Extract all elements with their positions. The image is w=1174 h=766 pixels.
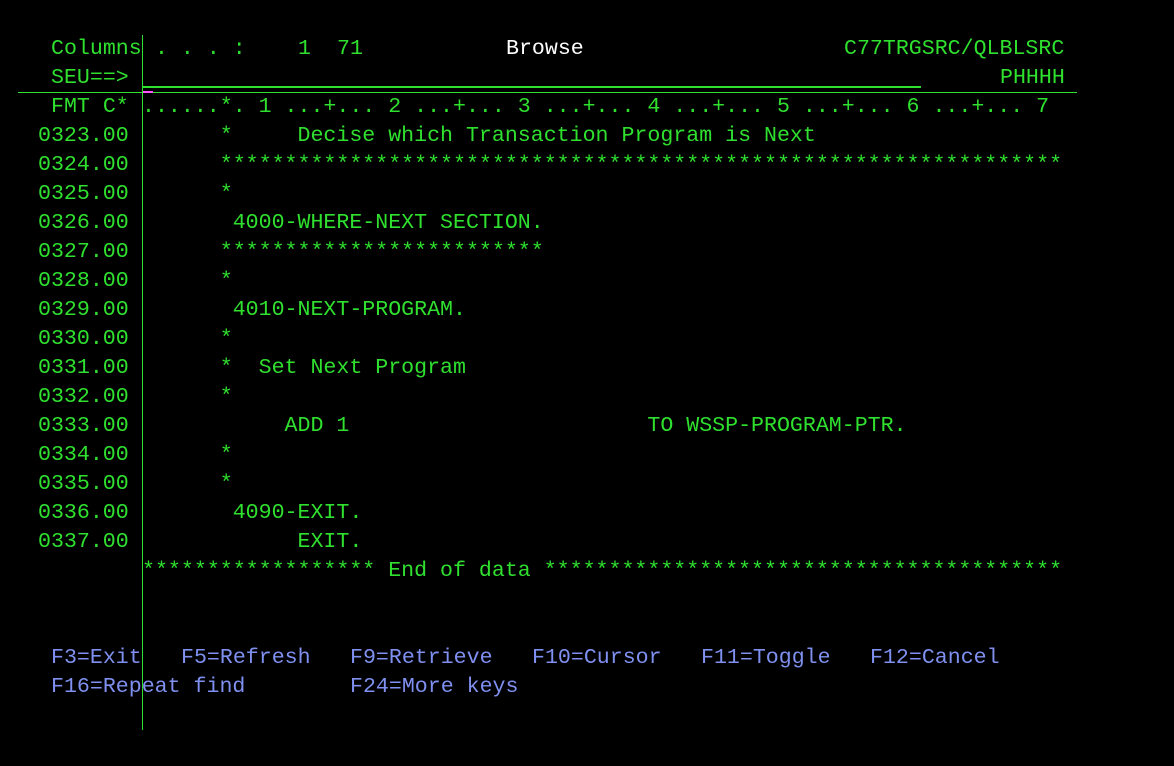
sequence-number: 0331.00 [38, 356, 129, 380]
seu-command-input[interactable] [143, 86, 921, 88]
f12-cancel-key[interactable]: F12=Cancel [870, 644, 1000, 673]
member-path: C77TRGSRC/QLBLSRC [844, 37, 1065, 61]
sequence-number: 0326.00 [38, 211, 129, 235]
sequence-number: 0332.00 [38, 385, 129, 409]
columns-label: Columns [51, 37, 142, 61]
column-from: 1 [298, 37, 311, 61]
sequence-number: 0324.00 [38, 153, 129, 177]
f24-more-keys-key[interactable]: F24=More keys [350, 673, 518, 702]
sequence-number: 0323.00 [38, 124, 129, 148]
source-line-text[interactable]: ************************* [142, 238, 544, 267]
sequence-number: 0335.00 [38, 472, 129, 496]
source-line-text[interactable]: * [142, 470, 233, 499]
f9-retrieve-key[interactable]: F9=Retrieve [350, 644, 493, 673]
sequence-number: 0329.00 [38, 298, 129, 322]
end-of-data-marker: ****************** End of data *********… [142, 559, 1063, 583]
f11-toggle-key[interactable]: F11=Toggle [701, 644, 831, 673]
sequence-number: 0327.00 [38, 240, 129, 264]
fmt-label: FMT C* [51, 95, 129, 119]
source-line-text[interactable]: EXIT. [142, 528, 363, 557]
sequence-number: 0333.00 [38, 414, 129, 438]
f10-cursor-key[interactable]: F10=Cursor [532, 644, 662, 673]
source-line-text[interactable]: * [142, 180, 233, 209]
columns-dots: . . . : [155, 37, 246, 61]
sequence-number: 0325.00 [38, 182, 129, 206]
f5-refresh-key[interactable]: F5=Refresh [181, 644, 311, 673]
source-line-text[interactable]: 4010-NEXT-PROGRAM. [142, 296, 466, 325]
mode-title: Browse [506, 37, 584, 61]
sequence-number: 0334.00 [38, 443, 129, 467]
source-line-text[interactable]: * [142, 267, 233, 296]
source-line-text[interactable]: ADD 1 TO WSSP-PROGRAM-PTR. [142, 412, 907, 441]
source-line-text[interactable]: 4090-EXIT. [142, 499, 363, 528]
source-line-text[interactable]: * Decise which Transaction Program is Ne… [142, 122, 816, 151]
f3-exit-key[interactable]: F3=Exit [51, 644, 142, 673]
sequence-number: 0336.00 [38, 501, 129, 525]
sequence-number: 0337.00 [38, 530, 129, 554]
column-to: 71 [337, 37, 363, 61]
source-line-text[interactable]: * [142, 441, 233, 470]
source-line-text[interactable]: 4000-WHERE-NEXT SECTION. [142, 209, 544, 238]
column-ruler: ......*. 1 ...+... 2 ...+... 3 ...+... 4… [142, 95, 1050, 119]
sequence-number: 0328.00 [38, 269, 129, 293]
source-line-text[interactable]: * [142, 325, 233, 354]
member-name: PHHHH [1000, 66, 1065, 90]
f16-repeat-find-key[interactable]: F16=Repeat find [51, 673, 245, 702]
sequence-number: 0330.00 [38, 327, 129, 351]
source-line-text[interactable]: ****************************************… [142, 151, 1062, 180]
source-line-text[interactable]: * Set Next Program [142, 354, 466, 383]
command-prompt: SEU==> [51, 66, 129, 90]
source-line-text[interactable]: * [142, 383, 233, 412]
